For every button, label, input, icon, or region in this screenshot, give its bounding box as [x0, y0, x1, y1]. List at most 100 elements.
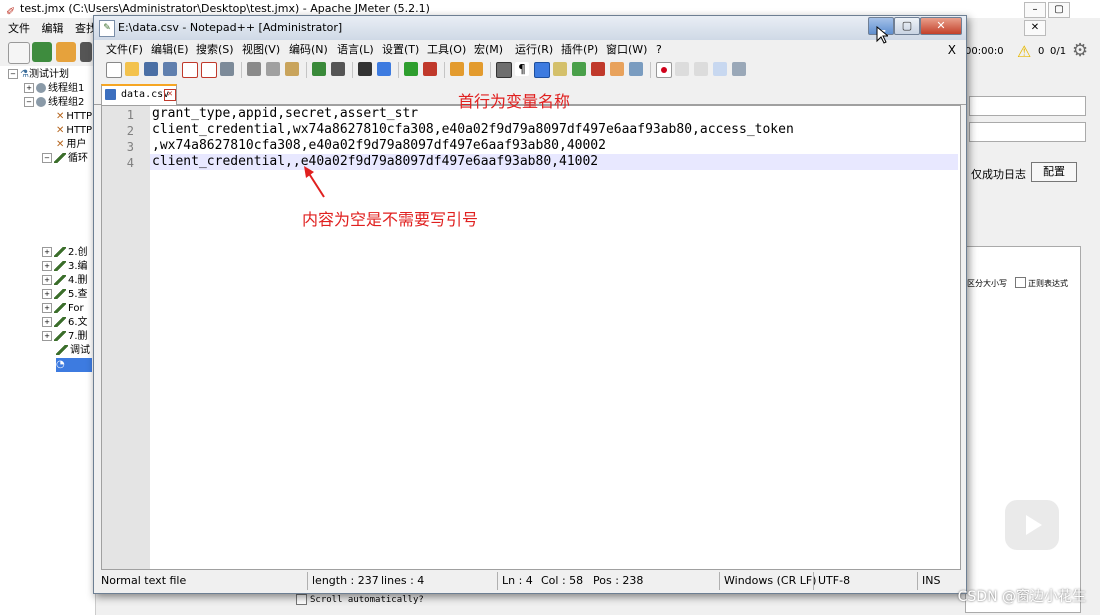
tree-node-delete[interactable]: +4.删 [42, 274, 88, 288]
zoom-out-icon[interactable] [423, 62, 437, 76]
expand-icon[interactable]: + [24, 83, 34, 93]
redo-icon[interactable] [331, 62, 345, 76]
scroll-checkbox[interactable] [296, 594, 307, 605]
jmeter-close-button[interactable]: ✕ [1024, 20, 1046, 36]
sync-vertical-icon[interactable] [450, 62, 464, 76]
menu-encoding[interactable]: 编码(N) [289, 41, 328, 59]
expand-icon[interactable]: + [42, 303, 52, 313]
tree-node-create[interactable]: +2.创 [42, 246, 88, 260]
tree-node-debug[interactable]: 调试 [56, 344, 90, 358]
save-macro-icon[interactable] [732, 62, 746, 76]
tab-data-csv[interactable]: data.csv ✕ [101, 84, 177, 105]
word-wrap-icon[interactable] [496, 62, 512, 78]
menu-run[interactable]: 运行(R) [515, 41, 553, 59]
right-input-1[interactable] [969, 96, 1086, 116]
close-document-button[interactable]: X [948, 41, 956, 59]
tree-node-http-2[interactable]: ✕ HTTP [56, 124, 92, 138]
new-plan-icon[interactable] [8, 42, 30, 64]
save-icon[interactable] [144, 62, 158, 76]
video-play-icon[interactable] [1005, 500, 1059, 550]
cut-icon[interactable] [247, 62, 261, 76]
expand-icon[interactable]: + [42, 261, 52, 271]
tree-node-file[interactable]: +6.文 [42, 316, 88, 330]
jmeter-menu-edit[interactable]: 编辑 [42, 22, 64, 35]
menu-help[interactable]: ? [656, 41, 662, 59]
menu-view[interactable]: 视图(V) [242, 41, 280, 59]
tree-node-test-plan[interactable]: − ⚗测试计划 [8, 68, 69, 82]
collapse-icon[interactable]: − [42, 153, 52, 163]
jmeter-minimize-button[interactable]: – [1024, 2, 1046, 18]
play-macro-icon[interactable] [694, 62, 708, 76]
folder-workspace-icon[interactable] [610, 62, 624, 76]
expand-icon[interactable]: + [42, 331, 52, 341]
templates-icon[interactable] [32, 42, 52, 62]
menu-search[interactable]: 搜索(S) [196, 41, 234, 59]
copy-icon[interactable] [266, 62, 280, 76]
collapse-icon[interactable]: − [8, 69, 18, 79]
show-all-chars-icon[interactable]: ¶ [515, 62, 529, 76]
print-icon[interactable] [220, 62, 234, 76]
expand-icon[interactable]: + [42, 317, 52, 327]
tree-node-edit[interactable]: +3.编 [42, 260, 88, 274]
function-list-icon[interactable] [591, 62, 605, 76]
config-button[interactable]: 配置 [1031, 162, 1077, 182]
tree-node-thread-group-2[interactable]: − 线程组2 [24, 96, 84, 110]
paste-icon[interactable] [285, 62, 299, 76]
tree-node-user-vars[interactable]: ✕ 用户 [56, 138, 86, 152]
tree-node-query[interactable]: +5.查 [42, 288, 88, 302]
open-file-icon[interactable] [125, 62, 139, 76]
tree-node-thread-group-1[interactable]: + 线程组1 [24, 82, 84, 96]
scroll-automatically[interactable]: Scroll automatically? [296, 594, 424, 605]
jmeter-menu-file[interactable]: 文件 [8, 22, 30, 35]
warning-icon[interactable]: ⚠ [1017, 42, 1031, 61]
tree-node-delete-2[interactable]: +7.删 [42, 330, 88, 344]
menu-plugins[interactable]: 插件(P) [561, 41, 598, 59]
collapse-icon[interactable]: − [24, 97, 34, 107]
menu-window[interactable]: 窗口(W) [606, 41, 647, 59]
close-button[interactable]: ✕ [920, 17, 962, 35]
close-file-icon[interactable] [182, 62, 198, 78]
indent-guide-icon[interactable] [534, 62, 550, 78]
undo-icon[interactable] [312, 62, 326, 76]
menu-language[interactable]: 语言(L) [337, 41, 374, 59]
menu-edit[interactable]: 编辑(E) [151, 41, 189, 59]
maximize-button[interactable]: ▢ [894, 17, 920, 35]
save-icon[interactable] [80, 42, 92, 62]
code-line-3[interactable]: ,wx74a8627810cfa308,e40a02f9d79a8097df49… [152, 138, 606, 154]
find-icon[interactable] [358, 62, 372, 76]
doc-map-icon[interactable] [572, 62, 586, 76]
text-editor[interactable]: 1 2 3 4 grant_type,appid,secret,assert_s… [101, 105, 961, 570]
regex-checkbox[interactable] [1015, 277, 1026, 288]
line-number-gutter: 1 2 3 4 [102, 106, 150, 569]
code-line-2[interactable]: client_credential,wx74a8627810cfa308,e40… [152, 122, 794, 138]
expand-icon[interactable]: + [42, 247, 52, 257]
tree-node-http-1[interactable]: ✕ HTTP [56, 110, 92, 124]
stop-macro-icon[interactable] [675, 62, 689, 76]
tree-node-loop[interactable]: − 循环 [42, 152, 88, 166]
zoom-in-icon[interactable] [404, 62, 418, 76]
toolbar-separator [650, 62, 651, 78]
new-file-icon[interactable] [106, 62, 122, 78]
tree-node-foreach[interactable]: + For [42, 302, 84, 316]
user-lang-icon[interactable] [553, 62, 567, 76]
sync-horizontal-icon[interactable] [469, 62, 483, 76]
menu-file[interactable]: 文件(F) [106, 41, 143, 59]
record-macro-icon[interactable] [656, 62, 672, 78]
menu-macro[interactable]: 宏(M) [474, 41, 503, 59]
jmeter-maximize-button[interactable]: ▢ [1048, 2, 1070, 18]
close-tab-icon[interactable]: ✕ [164, 89, 176, 101]
code-line-1[interactable]: grant_type,appid,secret,assert_str [152, 106, 418, 122]
close-all-icon[interactable] [201, 62, 217, 78]
save-all-icon[interactable] [163, 62, 177, 76]
menu-tools[interactable]: 工具(O) [427, 41, 466, 59]
right-input-2[interactable] [969, 122, 1086, 142]
expand-icon[interactable]: + [42, 275, 52, 285]
menu-settings[interactable]: 设置(T) [382, 41, 419, 59]
code-line-4[interactable]: client_credential,,e40a02f9d79a8097df497… [152, 154, 598, 170]
tree-node-selected[interactable]: ◔ [56, 358, 92, 372]
monitoring-icon[interactable] [629, 62, 643, 76]
run-macro-multiple-icon[interactable] [713, 62, 727, 76]
replace-icon[interactable] [377, 62, 391, 76]
open-folder-icon[interactable] [56, 42, 76, 62]
expand-icon[interactable]: + [42, 289, 52, 299]
